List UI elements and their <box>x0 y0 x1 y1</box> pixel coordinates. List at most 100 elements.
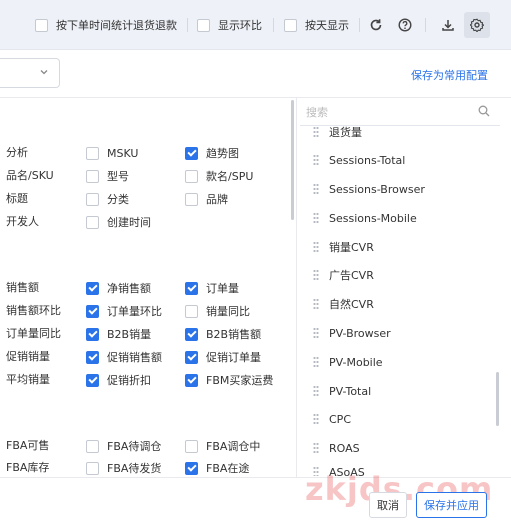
field-label[interactable]: 标题 <box>6 191 28 207</box>
field-fba-in-transit[interactable]: FBA在途 <box>185 460 249 476</box>
list-item[interactable]: 自然CVR <box>313 295 374 313</box>
field-label[interactable]: FBA库存 <box>6 460 49 476</box>
checkbox[interactable] <box>185 350 198 364</box>
field-label[interactable]: 开发人 <box>6 214 39 230</box>
drag-handle-icon[interactable] <box>313 269 319 281</box>
toggle-show-by-day[interactable]: 按天显示 <box>284 17 349 33</box>
field-fba-pending-ship[interactable]: FBA待发货 <box>86 460 161 476</box>
checkbox[interactable] <box>284 18 297 32</box>
search-input[interactable] <box>306 104 476 120</box>
checkbox[interactable] <box>185 281 198 295</box>
field-spu[interactable]: 款名/SPU <box>185 168 253 184</box>
toggle-show-mom[interactable]: 显示环比 <box>197 17 262 33</box>
drag-handle-icon[interactable] <box>313 241 319 253</box>
field-fbm-shipping[interactable]: FBM买家运费 <box>185 372 273 388</box>
checkbox[interactable] <box>185 146 198 160</box>
metric-label: ROAS <box>329 441 360 455</box>
list-item[interactable]: CPC <box>313 410 351 428</box>
checkbox[interactable] <box>86 146 99 160</box>
checkbox[interactable] <box>86 350 99 364</box>
field-b2b-units[interactable]: B2B销量 <box>86 326 151 342</box>
checkbox[interactable] <box>185 373 198 387</box>
drag-handle-icon[interactable] <box>313 212 319 224</box>
field-label[interactable]: 销售额 <box>6 280 39 296</box>
drag-handle-icon[interactable] <box>313 356 319 368</box>
checkbox[interactable] <box>86 281 99 295</box>
checkbox[interactable] <box>86 439 99 453</box>
field-label[interactable]: 促销销量 <box>6 349 50 365</box>
checkbox[interactable] <box>86 192 99 206</box>
help-icon[interactable] <box>395 15 415 35</box>
checkbox[interactable] <box>185 304 198 318</box>
field-net-sales[interactable]: 净销售额 <box>86 280 151 296</box>
field-fba-pending-transfer[interactable]: FBA待调仓 <box>86 438 161 454</box>
field-promo-orders[interactable]: 促销订单量 <box>185 349 261 365</box>
field-orders[interactable]: 订单量 <box>185 280 239 296</box>
checkbox[interactable] <box>185 192 198 206</box>
toolbar: 按下单时间统计退货退款 显示环比 按天显示 <box>0 0 511 50</box>
drag-handle-icon[interactable] <box>313 385 319 397</box>
list-item[interactable]: PV-Total <box>313 382 371 400</box>
field-units-yoy[interactable]: 销量同比 <box>185 303 250 319</box>
checkbox[interactable] <box>86 373 99 387</box>
drag-handle-icon[interactable] <box>313 126 319 138</box>
field-label: 订单量 <box>206 282 239 295</box>
field-label[interactable]: 平均销量 <box>6 372 50 388</box>
field-label[interactable]: 品名/SKU <box>6 168 54 184</box>
drag-handle-icon[interactable] <box>313 183 319 195</box>
field-trend-chart[interactable]: 趋势图 <box>185 145 239 161</box>
search-icon[interactable] <box>478 105 490 120</box>
checkbox[interactable] <box>86 169 99 183</box>
list-item[interactable]: Sessions-Total <box>313 151 405 169</box>
field-b2b-sales[interactable]: B2B销售额 <box>185 326 261 342</box>
list-item[interactable]: Sessions-Browser <box>313 180 425 198</box>
field-category[interactable]: 分类 <box>86 191 129 207</box>
checkbox[interactable] <box>35 18 48 32</box>
list-item[interactable]: Sessions-Mobile <box>313 209 417 227</box>
field-label[interactable]: 销售额环比 <box>6 303 61 319</box>
cancel-button[interactable]: 取消 <box>369 492 407 518</box>
checkbox[interactable] <box>86 215 99 229</box>
drag-handle-icon[interactable] <box>313 154 319 166</box>
list-item[interactable]: PV-Browser <box>313 324 391 342</box>
field-label[interactable]: FBA可售 <box>6 438 49 454</box>
list-item[interactable]: 销量CVR <box>313 238 374 256</box>
checkbox[interactable] <box>86 304 99 318</box>
list-item[interactable]: ROAS <box>313 439 360 457</box>
refresh-icon[interactable] <box>366 15 386 35</box>
field-msku[interactable]: MSKU <box>86 145 138 161</box>
drag-handle-icon[interactable] <box>313 298 319 310</box>
checkbox[interactable] <box>185 327 198 341</box>
checkbox[interactable] <box>185 439 198 453</box>
drag-handle-icon[interactable] <box>313 466 319 476</box>
field-promo-sales[interactable]: 促销销售额 <box>86 349 162 365</box>
drag-handle-icon[interactable] <box>313 413 319 425</box>
drag-handle-icon[interactable] <box>313 442 319 454</box>
field-brand[interactable]: 品牌 <box>185 191 228 207</box>
scrollbar[interactable] <box>291 100 294 220</box>
settings-icon[interactable] <box>464 12 490 38</box>
list-item[interactable]: 广告CVR <box>313 266 374 284</box>
checkbox[interactable] <box>86 327 99 341</box>
drag-handle-icon[interactable] <box>313 327 319 339</box>
checkbox[interactable] <box>185 461 198 475</box>
field-label[interactable]: 分析 <box>6 145 28 161</box>
download-icon[interactable] <box>438 15 458 35</box>
field-orders-mom[interactable]: 订单量环比 <box>86 303 162 319</box>
save-and-apply-button[interactable]: 保存并应用 <box>416 492 487 518</box>
checkbox[interactable] <box>197 18 210 32</box>
field-model[interactable]: 型号 <box>86 168 129 184</box>
field-promo-discount[interactable]: 促销折扣 <box>86 372 151 388</box>
checkbox[interactable] <box>86 461 99 475</box>
config-select[interactable] <box>0 58 60 88</box>
list-item[interactable]: 退货量 <box>313 123 362 141</box>
field-fba-transferring[interactable]: FBA调仓中 <box>185 438 260 454</box>
list-item[interactable]: PV-Mobile <box>313 353 383 371</box>
checkbox[interactable] <box>185 169 198 183</box>
field-label[interactable]: 订单量同比 <box>6 326 61 342</box>
toggle-refund-by-order-time[interactable]: 按下单时间统计退货退款 <box>35 17 177 33</box>
list-item[interactable]: ASoAS <box>313 466 365 476</box>
field-create-time[interactable]: 创建时间 <box>86 214 151 230</box>
save-as-common-link[interactable]: 保存为常用配置 <box>411 67 488 83</box>
scrollbar[interactable] <box>496 372 499 426</box>
